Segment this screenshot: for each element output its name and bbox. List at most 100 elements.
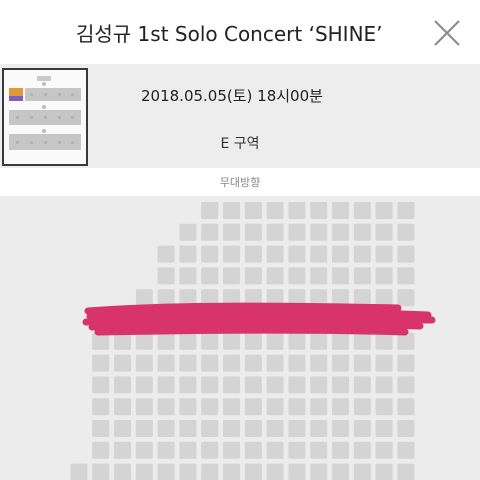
- seat[interactable]: [92, 354, 110, 372]
- seat[interactable]: [223, 332, 240, 350]
- seat[interactable]: [244, 267, 262, 285]
- seat[interactable]: [201, 223, 219, 241]
- seat[interactable]: [92, 420, 110, 437]
- seat[interactable]: [223, 202, 240, 219]
- seat[interactable]: [223, 245, 240, 263]
- seat[interactable]: [244, 332, 262, 350]
- seat[interactable]: [201, 354, 219, 372]
- seat[interactable]: [92, 441, 110, 459]
- seat[interactable]: [157, 267, 175, 285]
- seat[interactable]: [70, 463, 88, 480]
- seat[interactable]: [179, 332, 197, 350]
- seat[interactable]: [179, 245, 197, 263]
- seat[interactable]: [92, 398, 110, 416]
- close-button[interactable]: [430, 16, 464, 50]
- seat[interactable]: [353, 376, 371, 394]
- seat[interactable]: [114, 398, 131, 416]
- seat[interactable]: [201, 245, 219, 263]
- seat[interactable]: [332, 441, 349, 459]
- seat[interactable]: [157, 245, 175, 263]
- seat[interactable]: [179, 376, 197, 394]
- seat[interactable]: [288, 398, 306, 416]
- seat[interactable]: [288, 463, 306, 480]
- seat[interactable]: [397, 398, 415, 416]
- seat[interactable]: [397, 245, 415, 263]
- seat[interactable]: [397, 267, 415, 285]
- seat[interactable]: [397, 354, 415, 372]
- seat[interactable]: [310, 267, 328, 285]
- seat[interactable]: [157, 354, 175, 372]
- seat[interactable]: [179, 463, 197, 480]
- seat[interactable]: [375, 267, 393, 285]
- seat[interactable]: [223, 398, 240, 416]
- seat[interactable]: [223, 420, 240, 437]
- seat[interactable]: [266, 202, 284, 219]
- seat[interactable]: [288, 441, 306, 459]
- seat[interactable]: [353, 332, 371, 350]
- seat[interactable]: [353, 202, 371, 219]
- seat[interactable]: [375, 463, 393, 480]
- seat[interactable]: [375, 202, 393, 219]
- seat-grid[interactable]: [0, 196, 480, 480]
- seat[interactable]: [223, 463, 240, 480]
- seat[interactable]: [201, 376, 219, 394]
- seat[interactable]: [135, 420, 153, 437]
- seat[interactable]: [375, 398, 393, 416]
- seat[interactable]: [114, 420, 131, 437]
- seat[interactable]: [332, 223, 349, 241]
- seat[interactable]: [310, 332, 328, 350]
- seat[interactable]: [244, 376, 262, 394]
- seat[interactable]: [310, 441, 328, 459]
- seat[interactable]: [92, 376, 110, 394]
- seat[interactable]: [201, 332, 219, 350]
- seat[interactable]: [332, 202, 349, 219]
- seat[interactable]: [92, 463, 110, 480]
- seat[interactable]: [397, 289, 415, 307]
- seat[interactable]: [201, 267, 219, 285]
- seat[interactable]: [179, 398, 197, 416]
- seat[interactable]: [310, 202, 328, 219]
- seat[interactable]: [135, 463, 153, 480]
- seat[interactable]: [266, 223, 284, 241]
- seat[interactable]: [135, 441, 153, 459]
- seat[interactable]: [375, 420, 393, 437]
- seat[interactable]: [201, 398, 219, 416]
- seat[interactable]: [114, 354, 131, 372]
- seat[interactable]: [310, 376, 328, 394]
- seat[interactable]: [397, 376, 415, 394]
- seat[interactable]: [157, 420, 175, 437]
- seat[interactable]: [244, 223, 262, 241]
- seat[interactable]: [179, 223, 197, 241]
- seat[interactable]: [157, 398, 175, 416]
- seat[interactable]: [179, 420, 197, 437]
- seat[interactable]: [157, 463, 175, 480]
- seat[interactable]: [244, 398, 262, 416]
- seat[interactable]: [332, 420, 349, 437]
- seat[interactable]: [223, 354, 240, 372]
- seat[interactable]: [266, 354, 284, 372]
- seat[interactable]: [310, 223, 328, 241]
- seat[interactable]: [397, 420, 415, 437]
- seat[interactable]: [332, 354, 349, 372]
- seat[interactable]: [375, 354, 393, 372]
- seat[interactable]: [375, 223, 393, 241]
- seat[interactable]: [135, 289, 153, 307]
- seat[interactable]: [266, 441, 284, 459]
- seat[interactable]: [114, 332, 131, 350]
- seat[interactable]: [375, 376, 393, 394]
- seat[interactable]: [332, 267, 349, 285]
- seat[interactable]: [375, 289, 393, 307]
- seat[interactable]: [157, 441, 175, 459]
- seat[interactable]: [244, 202, 262, 219]
- seat[interactable]: [179, 267, 197, 285]
- seat[interactable]: [310, 420, 328, 437]
- seat[interactable]: [332, 398, 349, 416]
- seat[interactable]: [310, 463, 328, 480]
- seat[interactable]: [201, 420, 219, 437]
- seat[interactable]: [266, 267, 284, 285]
- seat[interactable]: [201, 441, 219, 459]
- seat[interactable]: [288, 420, 306, 437]
- seat[interactable]: [353, 267, 371, 285]
- seat[interactable]: [135, 376, 153, 394]
- seat[interactable]: [397, 463, 415, 480]
